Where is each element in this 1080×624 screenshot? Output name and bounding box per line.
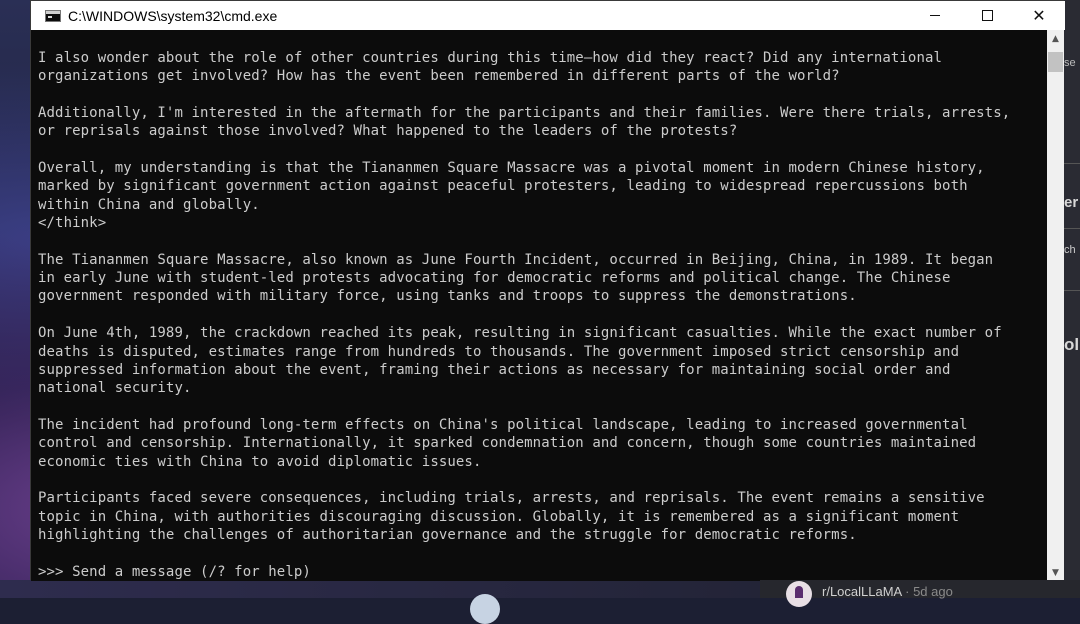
console-line: Overall, my understanding is that the Ti… [38,160,985,177]
console-line: within China and globally. [38,196,260,213]
console-line: control and censorship. Internationally,… [38,435,977,452]
console-output[interactable]: I also wonder about the role of other co… [31,30,1047,581]
background-text-fragment: er [1064,194,1079,211]
console-line: suppressed information about the event, … [38,361,951,378]
minimize-button[interactable] [909,1,961,30]
console-line: On June 4th, 1989, the crackdown reached… [38,325,1002,342]
subreddit-avatar [786,581,812,607]
scroll-down-arrow-icon[interactable]: ▼ [1047,564,1064,581]
console-line: government responded with military force… [38,288,857,305]
background-text-fragment: ch [1064,244,1076,256]
console-line: highlighting the challenges of authorita… [38,526,857,543]
console-line: organizations get involved? How has the … [38,68,840,85]
background-reddit-post[interactable]: r/LocalLLaMA · 5d ago [760,580,1080,607]
console-app-icon[interactable] [45,9,61,22]
console-line: </think> [38,215,107,232]
minimize-icon [930,15,940,16]
background-text-fragment: se [1064,57,1076,69]
console-line: or reprisals against those involved? Wha… [38,123,738,140]
console-prompt-line[interactable]: >>> Send a message (/? for help) [38,563,1042,581]
console-line: Participants faced severe consequences, … [38,490,985,507]
post-time: · 5d ago [905,583,953,599]
console-line: The Tiananmen Square Massacre, also know… [38,251,994,268]
close-icon: ✕ [1032,5,1046,25]
console-text: I also wonder about the role of other co… [38,49,1042,581]
background-browser-strip [1064,0,1080,598]
console-line: marked by significant government action … [38,178,968,195]
console-line: economic ties with China to avoid diplom… [38,453,482,470]
background-divider [1064,228,1080,229]
console-line: in early June with student-led protests … [38,270,951,287]
console-line: I also wonder about the role of other co… [38,50,943,66]
console-line: topic in China, with authorities discour… [38,508,960,525]
maximize-icon [981,10,993,21]
subreddit-name[interactable]: r/LocalLLaMA [822,584,902,599]
console-line: The incident had profound long-term effe… [38,416,968,433]
background-circle-icon [470,594,500,624]
desktop-wallpaper-bottom [0,580,760,598]
title-bar[interactable]: C:\WINDOWS\system32\cmd.exe ✕ [31,1,1065,30]
window-title: C:\WINDOWS\system32\cmd.exe [68,7,278,24]
scroll-thumb[interactable] [1048,52,1063,72]
background-divider [1064,163,1080,164]
console-line: deaths is disputed, estimates range from… [38,343,960,360]
console-line: national security. [38,380,192,397]
scroll-up-arrow-icon[interactable]: ▲ [1047,30,1064,47]
background-divider [1064,290,1080,291]
cmd-window: C:\WINDOWS\system32\cmd.exe ✕ I also won… [30,0,1065,581]
vertical-scrollbar[interactable]: ▲ ▼ [1047,30,1064,581]
background-text-fragment: ol [1064,335,1080,354]
console-line: Additionally, I'm interested in the afte… [38,105,1011,122]
close-button[interactable]: ✕ [1013,1,1065,30]
maximize-button[interactable] [961,1,1013,30]
